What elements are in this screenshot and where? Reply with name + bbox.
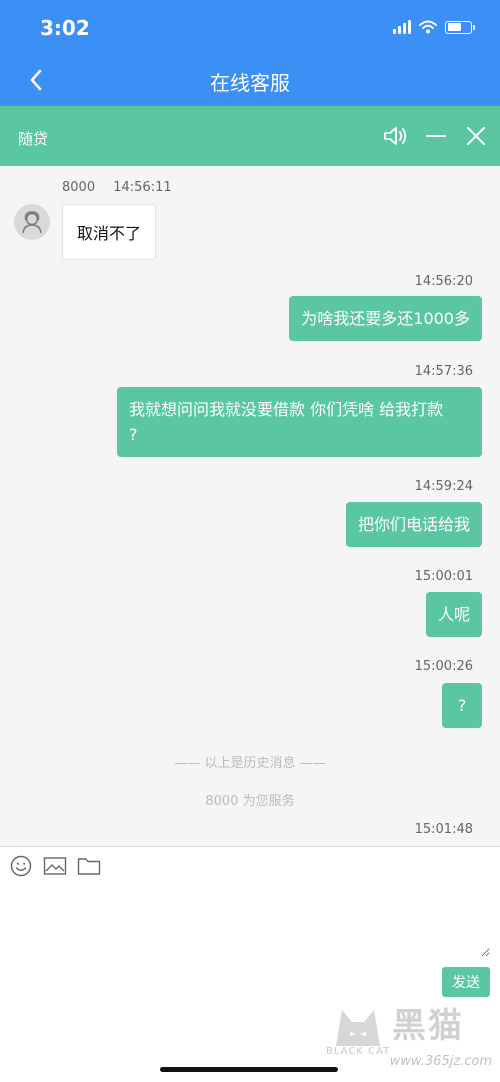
cat-logo-icon [336, 1010, 380, 1046]
nav-bar: 在线客服 [0, 52, 500, 106]
status-time: 3:02 [40, 16, 90, 40]
speaker-icon [384, 127, 407, 145]
battery-icon [445, 20, 475, 34]
incoming-message-bubble: 取消不了 [62, 204, 157, 260]
agent-name: 8000 [62, 180, 96, 195]
outgoing-message-bubble: 把你们电话给我 [345, 502, 482, 547]
service-note: 8000 为您服务 [205, 794, 295, 809]
signal-icon [393, 20, 411, 34]
watermark: 黑猫 BLACK CAT www.365jz.com [326, 998, 492, 1072]
status-bar: 3:02 [0, 0, 500, 52]
chat-header-title: 随贷 [18, 130, 49, 148]
outgoing-message-bubble: 为啥我还要多还1000多 [289, 296, 482, 341]
message-time: 14:56:11 [113, 180, 172, 195]
watermark-brand: 黑猫 [392, 1006, 464, 1046]
folder-icon [77, 858, 101, 875]
outgoing-message-bubble: ? [442, 683, 482, 728]
emoji-icon [10, 855, 32, 877]
minimize-button[interactable] [422, 122, 450, 150]
history-divider: —— 以上是历史消息 —— [174, 756, 326, 771]
message-time: 14:59:24 [414, 479, 473, 494]
outgoing-message-bubble: 人呢 [425, 592, 482, 637]
chat-message-list[interactable]: 8000 14:56:11 取消不了 14:56:20 为啥我还要多还1000多… [0, 166, 500, 846]
wifi-icon [419, 20, 437, 34]
image-icon [43, 857, 67, 875]
message-time: 14:56:20 [414, 274, 473, 289]
home-indicator [160, 1067, 338, 1072]
status-icons [393, 20, 475, 34]
watermark-url: www.365jz.com [389, 1054, 492, 1069]
message-time: 15:00:01 [414, 569, 473, 584]
close-button[interactable] [462, 122, 490, 150]
avatar [14, 204, 50, 240]
close-icon [467, 127, 485, 145]
watermark-sub: BLACK CAT [326, 1046, 391, 1057]
emoji-button[interactable] [8, 853, 34, 879]
outgoing-message-bubble: 我就想问问我就没要借款 你们凭啥 给我打款 ? [117, 387, 482, 457]
speaker-button[interactable] [382, 122, 410, 150]
agent-avatar-icon [22, 211, 42, 234]
input-area: 发送 黑猫 BLACK CAT www.365jz.com [0, 846, 500, 1082]
message-time: 14:57:36 [414, 364, 473, 379]
minimize-icon [426, 135, 446, 137]
image-button[interactable] [42, 853, 68, 879]
folder-button[interactable] [76, 853, 102, 879]
message-time: 15:00:26 [414, 659, 473, 674]
message-input[interactable] [10, 887, 490, 957]
send-button[interactable]: 发送 [442, 967, 490, 997]
message-time: 15:01:48 [414, 822, 473, 837]
page-title: 在线客服 [210, 71, 290, 95]
incoming-meta: 8000 14:56:11 [62, 180, 172, 195]
chat-header: 随贷 [0, 106, 500, 166]
